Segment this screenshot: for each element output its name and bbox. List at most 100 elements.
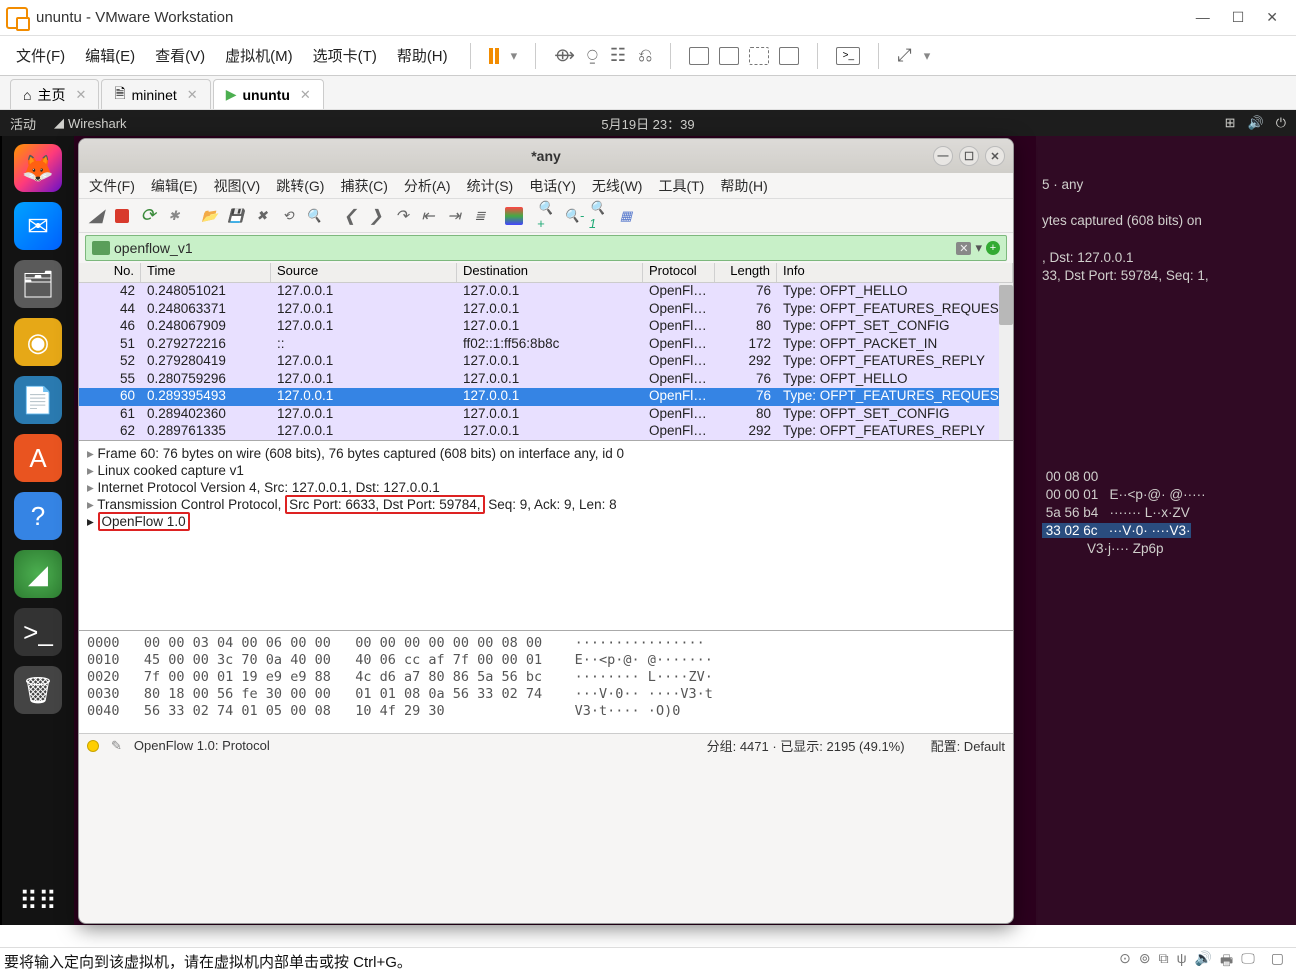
detail-frame[interactable]: Frame 60: 76 bytes on wire (608 bits), 7… <box>87 445 1005 462</box>
usb-icon[interactable]: ψ <box>1177 950 1187 974</box>
stop-capture-icon[interactable] <box>111 205 133 227</box>
detail-openflow[interactable]: ▸ OpenFlow 1.0 <box>87 513 1005 530</box>
snap-manage-icon[interactable]: ☷ <box>610 45 626 66</box>
add-filter-icon[interactable]: + <box>986 241 1000 255</box>
close-button[interactable]: ✕ <box>1266 9 1278 26</box>
save-icon[interactable]: 💾 <box>225 205 247 227</box>
ws-menu-view[interactable]: 视图(V) <box>214 176 261 196</box>
minimize-button[interactable]: — <box>1196 9 1210 26</box>
view-mode-1-icon[interactable] <box>689 47 709 65</box>
ws-menu-edit[interactable]: 编辑(E) <box>151 176 198 196</box>
pause-icon[interactable] <box>489 48 499 64</box>
packet-row[interactable]: 550.280759296127.0.0.1127.0.0.1OpenFl…76… <box>79 371 1013 389</box>
activities-button[interactable]: 活动 <box>10 114 36 133</box>
packet-row[interactable]: 420.248051021127.0.0.1127.0.0.1OpenFl…76… <box>79 283 1013 301</box>
ws-menu-capture[interactable]: 捕获(C) <box>340 176 387 196</box>
menu-view[interactable]: 查看(V) <box>151 41 209 70</box>
settings-icon[interactable]: ✎ <box>111 738 122 754</box>
clear-filter-icon[interactable]: ✕ <box>956 242 971 255</box>
display-icon[interactable]: 🖵 <box>1241 950 1255 974</box>
ws-menu-wireless[interactable]: 无线(W) <box>592 176 643 196</box>
close-icon[interactable]: ✕ <box>300 87 311 103</box>
unity-icon[interactable] <box>779 47 799 65</box>
tab-home[interactable]: ⌂主页✕ <box>10 79 99 109</box>
stretch-guest-icon[interactable]: ⤢ <box>897 45 911 66</box>
printer-icon[interactable]: 🖶 <box>1220 950 1233 974</box>
zoom-in-icon[interactable]: 🔍+ <box>537 205 559 227</box>
jump-icon[interactable]: ↷ <box>391 205 413 227</box>
snapshot-icon[interactable]: ⟴ <box>554 45 575 66</box>
snap-revert-icon[interactable]: ⎌ <box>638 45 652 66</box>
menu-edit[interactable]: 编辑(E) <box>81 41 139 70</box>
menu-file[interactable]: 文件(F) <box>12 41 69 70</box>
view-mode-2-icon[interactable] <box>719 47 739 65</box>
sound-icon[interactable]: 🔊 <box>1248 115 1264 131</box>
packet-row[interactable]: 510.279272216::ff02::1:ff56:8b8cOpenFl…1… <box>79 336 1013 354</box>
software-icon[interactable]: A <box>14 434 62 482</box>
sound-card-icon[interactable]: 🔊 <box>1195 950 1212 974</box>
maximize-button[interactable]: ☐ <box>959 146 979 166</box>
ws-menu-help[interactable]: 帮助(H) <box>720 176 767 196</box>
status-profile[interactable]: 配置: Default <box>931 736 1005 755</box>
packet-list[interactable]: No.TimeSourceDestinationProtocolLengthIn… <box>79 263 1013 441</box>
menu-tabs[interactable]: 选项卡(T) <box>309 41 381 70</box>
trash-icon[interactable]: 🗑 <box>14 666 62 714</box>
close-file-icon[interactable]: ✖ <box>251 205 273 227</box>
packet-row[interactable]: 600.289395493127.0.0.1127.0.0.1OpenFl…76… <box>79 388 1013 406</box>
packet-row[interactable]: 440.248063371127.0.0.1127.0.0.1OpenFl…76… <box>79 301 1013 319</box>
zoom-reset-icon[interactable]: 🔍1 <box>589 205 611 227</box>
maximize-button[interactable]: ☐ <box>1232 9 1245 26</box>
display-filter[interactable]: ✕ ▾ + <box>85 235 1007 261</box>
ws-menu-file[interactable]: 文件(F) <box>89 176 135 196</box>
ws-menu-goto[interactable]: 跳转(G) <box>276 176 324 196</box>
help-icon[interactable]: ? <box>14 492 62 540</box>
files-icon[interactable]: 🗂 <box>14 260 62 308</box>
prev-icon[interactable]: ❮ <box>339 205 361 227</box>
bookmark-icon[interactable] <box>92 241 110 255</box>
resize-cols-icon[interactable]: ▦ <box>615 205 637 227</box>
message-icon[interactable]: ▢ <box>1271 950 1284 974</box>
terminal-icon[interactable]: >_ <box>14 608 62 656</box>
fullscreen-icon[interactable] <box>749 47 769 65</box>
packet-row[interactable]: 610.289402360127.0.0.1127.0.0.1OpenFl…80… <box>79 406 1013 424</box>
find-icon[interactable]: 🔍 <box>303 205 325 227</box>
packet-bytes[interactable]: 0000 00 00 03 04 00 06 00 00 00 00 00 00… <box>79 631 1013 733</box>
detail-linux[interactable]: Linux cooked capture v1 <box>87 462 1005 479</box>
zoom-out-icon[interactable]: 🔍- <box>563 205 585 227</box>
minimize-button[interactable]: — <box>933 146 953 166</box>
clock[interactable]: 5月19日 23：39 <box>601 114 694 133</box>
packet-row[interactable]: 620.289761335127.0.0.1127.0.0.1OpenFl…29… <box>79 423 1013 441</box>
last-icon[interactable]: ⇥ <box>443 205 465 227</box>
colorize-icon[interactable] <box>505 207 523 225</box>
autoscroll-icon[interactable]: ≣ <box>469 205 491 227</box>
console-icon[interactable]: >_ <box>836 47 860 65</box>
packet-details[interactable]: Frame 60: 76 bytes on wire (608 bits), 7… <box>79 441 1013 631</box>
wireshark-dock-icon[interactable]: ◢ <box>14 550 62 598</box>
filter-input[interactable] <box>114 240 956 256</box>
packet-row[interactable]: 520.279280419127.0.0.1127.0.0.1OpenFl…29… <box>79 353 1013 371</box>
thunderbird-icon[interactable]: ✉ <box>14 202 62 250</box>
tab-ununtu[interactable]: ▶ununtu✕ <box>213 79 324 109</box>
ws-menu-tel[interactable]: 电话(Y) <box>529 176 576 196</box>
cdrom-icon[interactable]: ⊚ <box>1139 950 1151 974</box>
guest-display[interactable]: 活动 ◢ Wireshark 5月19日 23：39 ⊞ 🔊 ⏻ 🦊 ✉ 🗂 ◉… <box>0 110 1296 925</box>
shark-fin-icon[interactable]: ◢ <box>85 205 107 227</box>
close-icon[interactable]: ✕ <box>187 87 198 103</box>
options-icon[interactable]: ✱ <box>163 205 185 227</box>
close-icon[interactable]: ✕ <box>75 87 86 103</box>
packet-header[interactable]: No.TimeSourceDestinationProtocolLengthIn… <box>79 263 1013 283</box>
wireshark-titlebar[interactable]: *any — ☐ ✕ <box>79 139 1013 173</box>
packet-row[interactable]: 460.248067909127.0.0.1127.0.0.1OpenFl…80… <box>79 318 1013 336</box>
next-icon[interactable]: ❯ <box>365 205 387 227</box>
detail-tcp[interactable]: Transmission Control Protocol, Src Port:… <box>87 496 1005 513</box>
restart-icon[interactable]: ⟳ <box>137 205 159 227</box>
ws-menu-tools[interactable]: 工具(T) <box>658 176 704 196</box>
expert-info-icon[interactable] <box>87 740 99 752</box>
app-name[interactable]: Wireshark <box>68 116 127 131</box>
firefox-icon[interactable]: 🦊 <box>14 144 62 192</box>
disk-icon[interactable]: ⊙ <box>1119 950 1131 974</box>
open-icon[interactable]: 📂 <box>199 205 221 227</box>
menu-help[interactable]: 帮助(H) <box>393 41 452 70</box>
apply-filter-icon[interactable]: ▾ <box>975 240 982 256</box>
snap-take-icon[interactable]: ⍜ <box>587 45 598 66</box>
